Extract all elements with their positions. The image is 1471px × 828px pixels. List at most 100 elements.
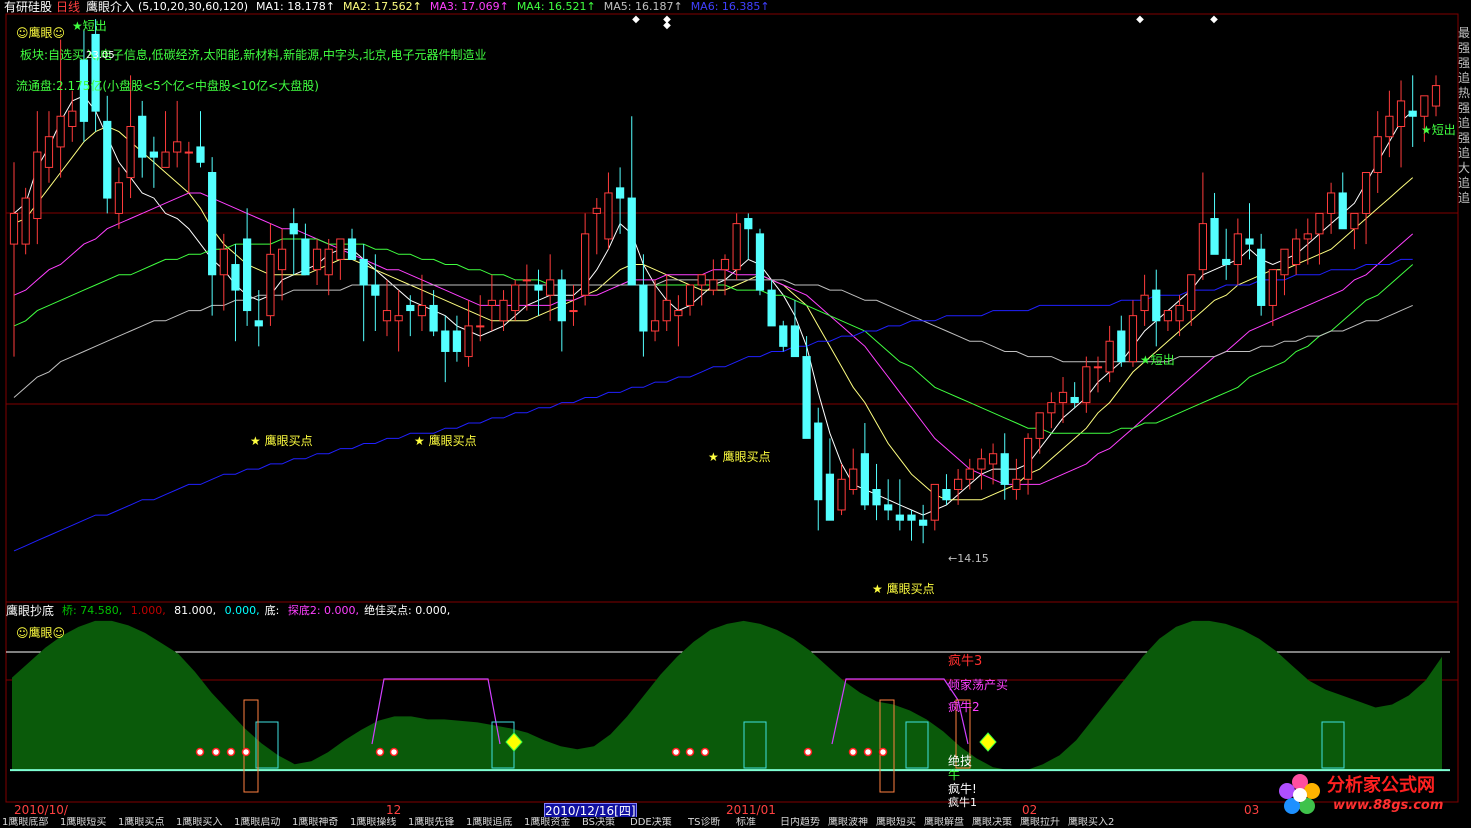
- candle-body: [429, 304, 438, 332]
- indicator-header: 有研硅股 日线 鹰眼介入 (5,10,20,30,60,120) MA1: 18…: [0, 0, 1471, 14]
- dot-marker: [389, 747, 399, 757]
- candle-body: [219, 248, 228, 276]
- low-price-label: ←14.15: [948, 552, 989, 565]
- indicator-tab[interactable]: 1鹰眼启动: [234, 817, 280, 828]
- candle: [1396, 80, 1406, 168]
- candle: [91, 19, 100, 132]
- indicator-tab[interactable]: 鹰眼波神: [828, 817, 868, 828]
- candle-body: [907, 514, 916, 521]
- indicator-tab[interactable]: 日内趋势: [780, 817, 820, 828]
- candle: [382, 279, 392, 337]
- candle-body: [569, 310, 578, 313]
- candle-body: [254, 320, 263, 327]
- candle: [615, 167, 625, 234]
- buy-point-signal: ★ 鹰眼买点: [708, 450, 771, 464]
- candle-body: [301, 238, 310, 276]
- candle: [557, 269, 566, 352]
- candle-body: [965, 468, 974, 480]
- signal-label: 疯牛1: [948, 796, 977, 809]
- stock-name[interactable]: 有研硅股: [4, 0, 52, 14]
- candle-body: [790, 325, 800, 358]
- indicator-tab[interactable]: 1鹰眼买入: [176, 817, 222, 828]
- candle: [21, 187, 30, 255]
- short-exit-signal: ★短出: [1140, 353, 1175, 367]
- dot-marker: [241, 747, 251, 757]
- indicator-tab[interactable]: TS诊断: [688, 817, 720, 828]
- price-chart-svg[interactable]: ◆ ◆◆◆ ◆: [0, 0, 1471, 817]
- indicator-tab[interactable]: 1鹰眼买点: [118, 817, 164, 828]
- candle: [219, 233, 228, 311]
- candle-body: [662, 299, 671, 322]
- candle: [184, 141, 193, 193]
- candle: [895, 479, 904, 531]
- lower-indicator-title[interactable]: 鹰眼抄底: [6, 604, 54, 618]
- candle-body: [709, 279, 718, 291]
- float-share-line: 流通盘:2.175亿(小盘股<5个亿<中盘股<10亿<大盘股): [16, 79, 319, 93]
- candle-body: [406, 304, 415, 312]
- candle-body: [1163, 310, 1173, 322]
- candle: [254, 290, 263, 347]
- candle-body: [394, 315, 403, 322]
- indicator-tab[interactable]: 1鹰眼神奇: [292, 817, 338, 828]
- candle: [324, 238, 333, 296]
- candle-body: [1303, 233, 1312, 240]
- indicator-tab[interactable]: 1鹰眼操线: [350, 817, 396, 828]
- candle-body: [1047, 402, 1056, 414]
- date-axis-label: 2011/01: [726, 803, 776, 817]
- indicator-tab[interactable]: 1鹰眼资金: [524, 817, 570, 828]
- indicator-tab[interactable]: 鹰眼解盘: [924, 817, 964, 828]
- dot-marker: [671, 747, 681, 757]
- indicator-name[interactable]: 鹰眼介入: [86, 0, 134, 14]
- candle-body: [615, 187, 625, 199]
- indicator-tab[interactable]: 鹰眼买入2: [1068, 817, 1114, 828]
- candle-body: [243, 238, 252, 312]
- candle: [965, 458, 974, 490]
- candle: [464, 300, 473, 367]
- candle-body: [1245, 238, 1254, 245]
- indicator-tab[interactable]: BS决策: [582, 817, 615, 828]
- ma-value: MA6: 16.385↑: [690, 0, 770, 13]
- buy-point-signal: ★ 鹰眼买点: [872, 582, 935, 596]
- candle: [872, 463, 881, 521]
- bottom-indicator-area: [10, 620, 1450, 793]
- candle-body: [895, 514, 904, 521]
- candle-body: [173, 141, 182, 153]
- indicator-tab[interactable]: 1鹰眼追底: [466, 817, 512, 828]
- candle: [33, 111, 42, 245]
- candle-body: [161, 151, 170, 168]
- candle: [767, 279, 776, 327]
- candle: [243, 208, 252, 326]
- candle-body: [1350, 212, 1359, 230]
- indicator-tab[interactable]: 鹰眼决策: [972, 817, 1012, 828]
- site-watermark: 分析家公式网 www.88gs.com: [1277, 772, 1467, 818]
- candle: [394, 290, 403, 352]
- candle: [126, 75, 135, 199]
- signal-label: 绝技: [948, 754, 973, 768]
- period-label[interactable]: 日线: [56, 0, 80, 14]
- candle-body: [196, 146, 205, 163]
- moving-average-lines: [13, 95, 1414, 552]
- candle-body: [988, 453, 998, 465]
- candle-body: [942, 489, 951, 501]
- candle: [534, 269, 543, 316]
- indicator-tab[interactable]: 标准: [736, 817, 756, 828]
- date-axis-label: 02: [1022, 803, 1038, 817]
- candle: [301, 223, 310, 276]
- indicator-tab[interactable]: 鹰眼短买: [876, 817, 916, 828]
- dot-marker: [211, 747, 221, 757]
- candle-body: [149, 151, 158, 158]
- dot-marker: [848, 747, 858, 757]
- indicator-tab[interactable]: 1鹰眼短买: [60, 817, 106, 828]
- candle-body: [627, 197, 636, 286]
- candle-body: [650, 320, 660, 332]
- diamond-shape: [979, 732, 997, 752]
- indicator-tab[interactable]: 鹰眼拉升: [1020, 817, 1060, 828]
- indicator-value: 桥: 74.580,: [62, 604, 123, 617]
- candle: [837, 463, 846, 516]
- high-price-label: 23.05: [86, 50, 115, 61]
- indicator-tab[interactable]: DDE决策: [630, 817, 672, 828]
- candle: [1268, 269, 1277, 326]
- indicator-tab[interactable]: 1鹰眼先锋: [408, 817, 454, 828]
- indicator-tab[interactable]: 1鹰眼底部: [2, 817, 48, 828]
- candle: [452, 315, 462, 362]
